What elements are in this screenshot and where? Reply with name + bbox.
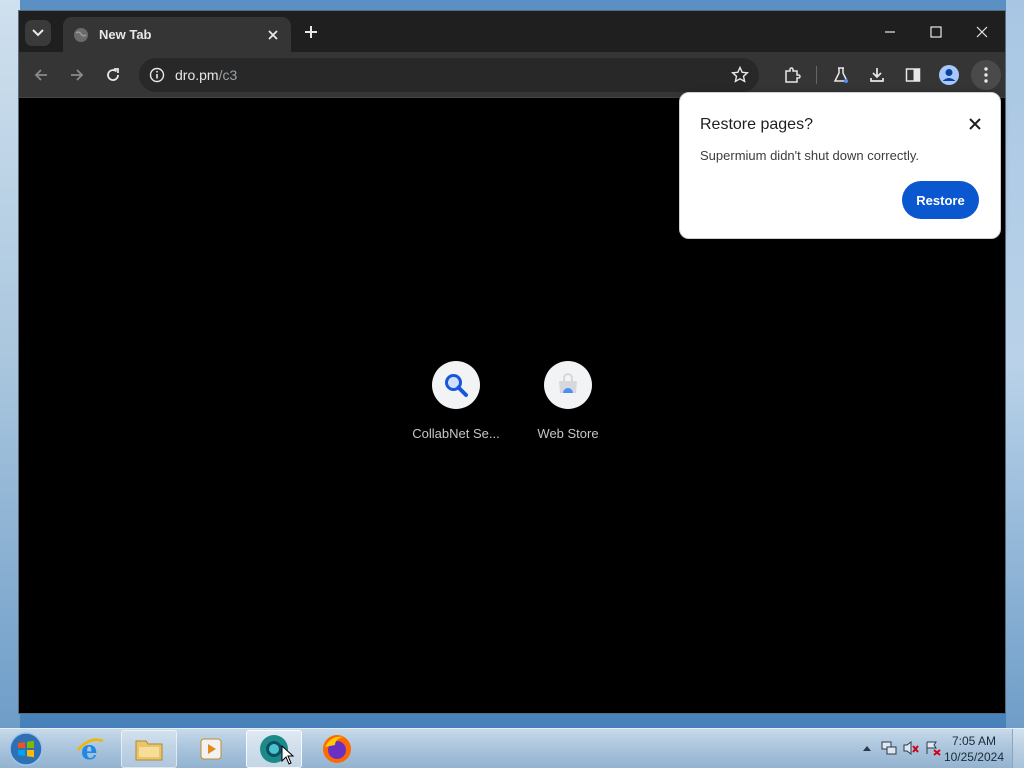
folder-icon [135, 740, 163, 761]
more-vertical-icon [984, 67, 988, 83]
new-tab-button[interactable] [301, 22, 321, 42]
download-icon [870, 68, 884, 82]
restore-button[interactable]: Restore [902, 181, 979, 219]
taskbar-media-player[interactable] [183, 730, 239, 768]
url-path: /c3 [218, 67, 238, 83]
chevron-up-icon [863, 746, 871, 751]
tab-search-button[interactable] [25, 20, 51, 46]
mouse-cursor-icon [281, 745, 295, 765]
dialog-message: Supermium didn't shut down correctly. [700, 148, 920, 163]
menu-button[interactable] [971, 60, 1001, 90]
desktop-background-left [0, 0, 20, 728]
globe-icon [74, 27, 88, 42]
close-window-button[interactable] [959, 11, 1005, 52]
bookmark-star-icon[interactable] [731, 66, 749, 84]
arrow-right-icon [71, 68, 84, 81]
toolbar-separator [816, 66, 817, 84]
close-icon [969, 118, 981, 130]
dialog-title: Restore pages? [700, 116, 813, 133]
volume-muted-icon [903, 741, 919, 755]
minimize-button[interactable] [867, 11, 913, 52]
labs-button[interactable] [823, 57, 859, 93]
system-tray [856, 737, 944, 759]
title-bar: New Tab [19, 11, 1005, 52]
tab-close-icon[interactable] [265, 27, 281, 43]
minimize-icon [885, 30, 895, 33]
taskbar-internet-explorer[interactable]: e [62, 730, 118, 768]
forward-button[interactable] [59, 57, 95, 93]
shortcut-label: CollabNet Se... [412, 426, 500, 441]
info-icon[interactable] [149, 67, 165, 83]
puzzle-icon [785, 67, 801, 83]
dialog-close-button[interactable] [966, 115, 984, 133]
show-hidden-icons-button[interactable] [856, 737, 878, 759]
close-icon [976, 26, 988, 37]
clock-date: 10/25/2024 [943, 750, 1004, 764]
url-host: dro.pm [175, 67, 219, 83]
desktop-background-right [1006, 0, 1024, 728]
toolbar-actions [774, 57, 1001, 93]
maximize-button[interactable] [913, 11, 959, 52]
network-tray-icon[interactable] [878, 737, 900, 759]
shortcut-icon-circle [544, 361, 592, 409]
tab-title: New Tab [99, 27, 152, 42]
taskbar: e 7:05 AM 10/25/2024 [0, 728, 1024, 768]
chevron-down-icon [32, 29, 44, 37]
address-bar[interactable]: dro.pm/c3 [139, 58, 759, 92]
side-panel-button[interactable] [895, 57, 931, 93]
window-controls [867, 11, 1005, 52]
internet-explorer-icon: e [77, 736, 104, 764]
windows-start-icon [9, 732, 43, 766]
taskbar-firefox[interactable] [309, 730, 365, 768]
flask-icon [833, 67, 849, 83]
back-button[interactable] [23, 57, 59, 93]
restore-pages-dialog: Restore pages? Supermium didn't shut dow… [679, 92, 1001, 239]
media-player-icon [200, 738, 222, 760]
shortcut-label: Web Store [537, 426, 599, 441]
shortcut-web-store[interactable]: Web Store [512, 361, 624, 441]
avatar-icon [939, 65, 959, 85]
tab-new-tab[interactable]: New Tab [63, 17, 291, 52]
start-button[interactable] [6, 730, 46, 768]
side-panel-icon [905, 68, 921, 82]
arrow-left-icon [34, 68, 47, 81]
firefox-icon [323, 735, 351, 763]
taskbar-file-explorer[interactable] [121, 730, 177, 768]
plus-icon [305, 26, 317, 38]
taskbar-supermium[interactable] [246, 730, 302, 768]
shortcut-icon-circle [432, 361, 480, 409]
action-center-tray-icon[interactable] [922, 737, 944, 759]
clock-time: 7:05 AM [951, 734, 996, 748]
search-icon [445, 374, 468, 397]
shortcut-collabnet[interactable]: CollabNet Se... [400, 361, 512, 441]
maximize-icon [930, 25, 942, 38]
profile-button[interactable] [931, 57, 967, 93]
extensions-button[interactable] [774, 57, 810, 93]
network-icon [881, 741, 897, 755]
web-store-icon [559, 373, 577, 393]
taskbar-clock[interactable]: 7:05 AM 10/25/2024 [944, 733, 1004, 765]
volume-tray-icon[interactable] [900, 737, 922, 759]
action-center-icon [926, 741, 941, 756]
reload-button[interactable] [95, 57, 131, 93]
reload-icon [107, 67, 119, 81]
show-desktop-button[interactable] [1012, 729, 1024, 768]
downloads-button[interactable] [859, 57, 895, 93]
